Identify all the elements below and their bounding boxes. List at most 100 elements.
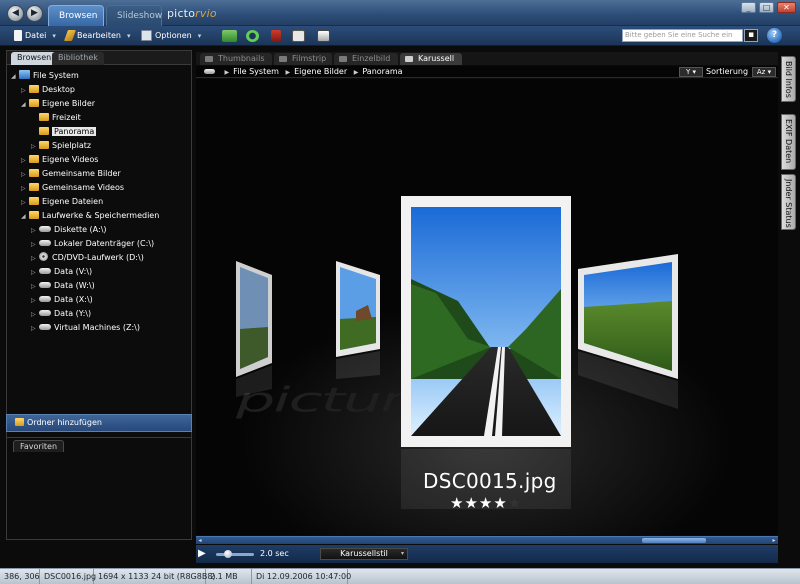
tree-item[interactable]: ▷ Gemeinsame Videos: [21, 181, 124, 195]
tree-item[interactable]: ▷ Virtual Machines (Z:\): [31, 321, 140, 335]
delete-icon[interactable]: [271, 30, 281, 42]
tab-slideshow[interactable]: Slideshow: [106, 5, 162, 26]
tree-item[interactable]: ▷ Data (W:\): [31, 279, 95, 293]
sort-order-button[interactable]: Az ▾: [752, 67, 776, 77]
carousel-scrollbar[interactable]: ◂ ▸: [196, 536, 778, 544]
expand-toggle-icon[interactable]: ◢: [21, 210, 29, 224]
maximize-button[interactable]: □: [759, 2, 774, 13]
folder-icon: [29, 197, 39, 205]
expand-toggle-icon[interactable]: ◢: [11, 70, 19, 84]
tab-browsen[interactable]: Browsen: [48, 5, 104, 26]
menu-optionen[interactable]: Optionen ▾: [141, 29, 201, 43]
back-button[interactable]: ◀: [7, 5, 24, 22]
forward-button[interactable]: ▶: [26, 5, 43, 22]
expand-toggle-icon[interactable]: ▷: [31, 252, 39, 266]
carousel-style-select[interactable]: Karussellstil ▾: [320, 548, 408, 560]
tab-exif-daten[interactable]: EXIF Daten: [781, 114, 796, 170]
tree-item[interactable]: ▷ Data (Y:\): [31, 307, 91, 321]
tree-item[interactable]: ▷ Data (V:\): [31, 265, 92, 279]
tab-bild-infos[interactable]: Bild Infos: [781, 56, 796, 102]
search-button[interactable]: ▪: [744, 29, 758, 42]
tab-jnder-status[interactable]: Jnder Status: [781, 174, 796, 230]
expand-toggle-icon[interactable]: ▷: [31, 294, 39, 308]
tree-item[interactable]: ▷ Data (X:\): [31, 293, 93, 307]
expand-toggle-icon[interactable]: ▷: [21, 196, 29, 210]
status-dimensions: 1694 x 1133 24 bit (R8G8B8): [94, 569, 216, 584]
tree-item[interactable]: ▷ Eigene Dateien: [21, 195, 103, 209]
app-logo: pictorvio: [167, 7, 217, 20]
search-input[interactable]: Bitte geben Sie eine Suche ein: [622, 29, 743, 42]
tree-item[interactable]: ▷ Spielplatz: [31, 139, 91, 153]
tree-item[interactable]: ▷ Eigene Videos: [21, 153, 98, 167]
tree-item-label: Eigene Dateien: [42, 197, 104, 206]
tree-item-label: Diskette (A:\): [54, 225, 107, 234]
expand-toggle-icon[interactable]: ▷: [21, 154, 29, 168]
playback-bar: ▶ 2.0 sec Karussellstil ▾: [196, 545, 778, 563]
rating-stars[interactable]: ★★★★★: [450, 494, 522, 512]
slideshow-icon[interactable]: [292, 30, 305, 42]
expand-toggle-icon[interactable]: ▷: [31, 224, 39, 238]
play-icon[interactable]: ▶: [198, 549, 206, 559]
expand-toggle-icon[interactable]: ▷: [31, 140, 39, 154]
expand-toggle-icon[interactable]: ▷: [31, 308, 39, 322]
tab-left-browsen[interactable]: Browsen: [11, 52, 58, 65]
rotate-icon[interactable]: [246, 30, 259, 42]
tree-item[interactable]: ▷ Diskette (A:\): [31, 223, 107, 237]
title-bar: ◀ ▶ Browsen Slideshow pictorvio _ □ ✕: [0, 0, 800, 26]
scroll-right-arrow[interactable]: ▸: [770, 537, 778, 544]
breadcrumb-file-system[interactable]: File System: [233, 67, 279, 76]
tab-thumbnails[interactable]: Thumbnails: [200, 53, 272, 65]
tab-einzelbild[interactable]: Einzelbild: [334, 53, 398, 65]
tree-item[interactable]: ◢ Laufwerke & Speichermedien: [21, 209, 159, 223]
thumbnails-icon: [205, 56, 213, 62]
expand-toggle-icon[interactable]: ▷: [21, 84, 29, 98]
expand-toggle-icon[interactable]: ▷: [31, 322, 39, 336]
send-to-icon[interactable]: [222, 30, 237, 42]
tree-item[interactable]: ▷ Lokaler Datenträger (C:\): [31, 237, 154, 251]
help-icon[interactable]: ?: [767, 28, 782, 43]
expand-toggle-icon[interactable]: ◢: [21, 98, 29, 112]
carousel-card-left[interactable]: [336, 261, 380, 379]
tab-filmstrip[interactable]: Filmstrip: [274, 53, 332, 65]
disc-icon: [39, 252, 48, 261]
drive-icon: [39, 324, 51, 330]
speed-slider-knob[interactable]: [224, 550, 232, 558]
expand-toggle-icon[interactable]: ▷: [31, 280, 39, 294]
tree-item-label: Data (W:\): [54, 281, 95, 290]
tree-item[interactable]: ▷ Gemeinsame Bilder: [21, 167, 121, 181]
expand-toggle-icon[interactable]: ▷: [31, 266, 39, 280]
tab-bibliothek[interactable]: Bibliothek: [52, 52, 104, 65]
tree-item[interactable]: Panorama: [31, 125, 97, 139]
tab-karussell[interactable]: Karussell: [400, 53, 462, 65]
computer-icon: [19, 70, 30, 79]
menu-datei[interactable]: Datei ▾: [14, 29, 56, 43]
left-tabs: Browsen Bibliothek: [7, 51, 191, 65]
carousel-card-center[interactable]: [401, 196, 571, 509]
add-folder-button[interactable]: Ordner hinzufügen: [6, 414, 192, 432]
expand-toggle-icon[interactable]: ▷: [21, 182, 29, 196]
breadcrumb-eigene-bilder[interactable]: Eigene Bilder: [294, 67, 347, 76]
close-button[interactable]: ✕: [777, 2, 796, 13]
tree-item-label: Desktop: [42, 85, 75, 94]
scroll-thumb[interactable]: [642, 538, 706, 543]
carousel-card-far-left[interactable]: [236, 261, 272, 397]
tree-item[interactable]: ◢ File System: [11, 69, 79, 83]
carousel-card-right[interactable]: [578, 254, 678, 409]
speed-slider[interactable]: [216, 550, 254, 558]
tree-item[interactable]: ▷ Desktop: [21, 83, 75, 97]
minimize-button[interactable]: _: [741, 2, 756, 13]
tree-item[interactable]: Freizeit: [31, 111, 81, 125]
filter-button[interactable]: Y ▾: [679, 67, 703, 77]
breadcrumb-panorama[interactable]: Panorama: [362, 67, 402, 76]
tree-item[interactable]: ◢ Eigene Bilder: [21, 97, 95, 111]
tab-favoriten[interactable]: Favoriten: [13, 440, 65, 452]
tree-item-label: Eigene Videos: [42, 155, 99, 164]
print-icon[interactable]: [317, 30, 330, 42]
tree-item[interactable]: ▷ CD/DVD-Laufwerk (D:\): [31, 251, 144, 265]
expand-toggle-icon[interactable]: ▷: [31, 238, 39, 252]
expand-toggle-icon[interactable]: ▷: [21, 168, 29, 182]
tree-item-label: CD/DVD-Laufwerk (D:\): [52, 253, 144, 262]
scroll-left-arrow[interactable]: ◂: [196, 537, 204, 544]
menu-bearbeiten[interactable]: Bearbeiten ▾: [63, 29, 130, 43]
tree-item-label: Panorama: [52, 127, 97, 136]
